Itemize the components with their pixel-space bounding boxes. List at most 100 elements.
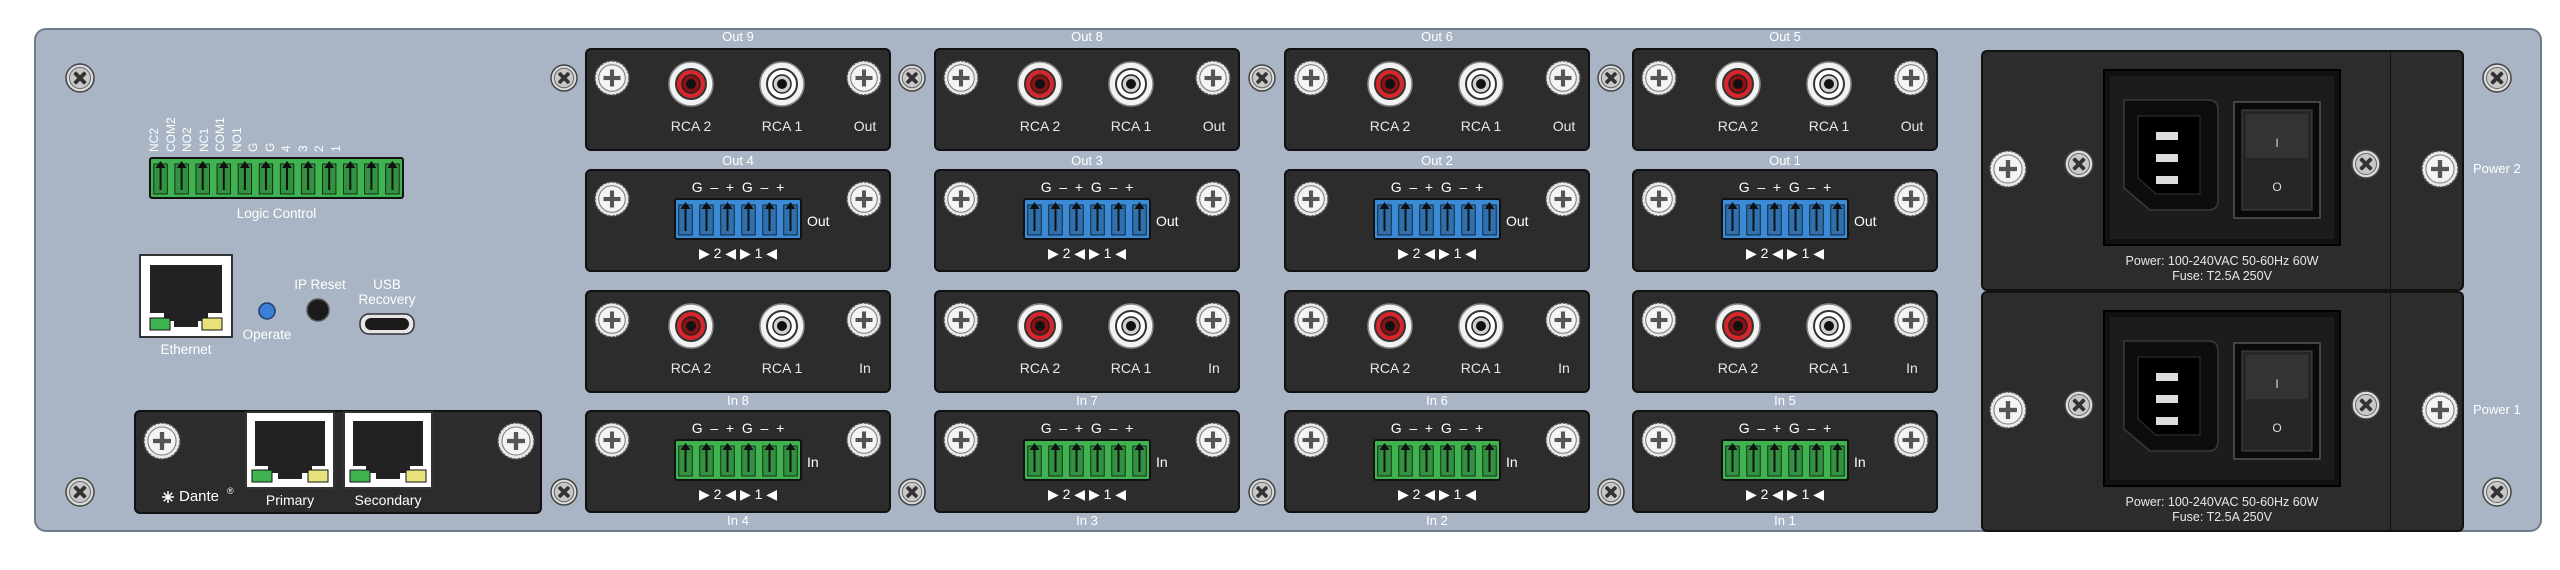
usb-recovery-label: Recovery xyxy=(358,292,416,307)
rca1-jack-in-rca-0 xyxy=(759,303,805,349)
dante-thumbscrew-left xyxy=(143,422,181,460)
thumbscrew-out-tb-3-left xyxy=(1641,181,1677,217)
out-label: Out xyxy=(1854,213,1877,229)
logic-pin-label: 3 xyxy=(295,145,310,152)
operate-led xyxy=(258,302,276,320)
rack-screw-top-left xyxy=(65,63,95,93)
logic-pin-label: COM2 xyxy=(163,117,178,152)
rca2-label: RCA 2 xyxy=(1019,360,1061,376)
power-spec-label: Power: 100-240VAC 50-60Hz 60W xyxy=(2125,495,2319,509)
out-tb-label-0: Out 4 xyxy=(722,153,754,168)
in-rca-label-3: In 5 xyxy=(1774,393,1796,408)
rca2-label: RCA 2 xyxy=(1369,118,1411,134)
tb-pin-labels: G – + G – + xyxy=(691,420,785,436)
thumbscrew-out-rca-3-right xyxy=(1893,60,1929,96)
switch-off-label: O xyxy=(2272,421,2282,435)
rca2-label: RCA 2 xyxy=(1019,118,1061,134)
tb-pin-labels: G – + G – + xyxy=(1390,179,1484,195)
logic-pin-label: G xyxy=(246,142,260,152)
tb-pin-labels: G – + G – + xyxy=(1390,420,1484,436)
out-rca-label-3: Out 5 xyxy=(1769,29,1801,44)
tb-pin-labels: G – + G – + xyxy=(691,179,785,195)
slot-screw-3 xyxy=(1597,64,1625,92)
in-label: In xyxy=(1558,360,1570,376)
rca1-jack-out-rca-1 xyxy=(1108,61,1154,107)
tb-pin-labels: G – + G – + xyxy=(1738,420,1832,436)
power-thumbscrew-left-0 xyxy=(1989,150,2027,188)
power-switch-0[interactable] xyxy=(2233,101,2321,219)
logic-pin-label: 4 xyxy=(279,145,293,152)
thumbscrew-in-tb-3-left xyxy=(1641,422,1677,458)
in-tb-label-3: In 1 xyxy=(1774,513,1796,528)
slot-screw-5 xyxy=(898,478,926,506)
power-spec-label: Power: 100-240VAC 50-60Hz 60W xyxy=(2125,254,2319,268)
in-rca-label-2: In 6 xyxy=(1426,393,1448,408)
terminal-block-out-tb-0 xyxy=(674,198,802,240)
rca1-jack-in-rca-1 xyxy=(1108,303,1154,349)
dante-primary-port xyxy=(245,411,335,489)
rca2-label: RCA 2 xyxy=(670,118,712,134)
thumbscrew-out-rca-2-left xyxy=(1293,60,1329,96)
in-label: In xyxy=(1506,454,1518,470)
out-rca-label-2: Out 6 xyxy=(1421,29,1453,44)
logic-control-label: Logic Control xyxy=(236,206,317,221)
ip-reset-button[interactable] xyxy=(306,298,330,322)
rca1-jack-in-rca-3 xyxy=(1806,303,1852,349)
out-label: Out xyxy=(807,213,830,229)
thumbscrew-in-tb-2-right xyxy=(1545,422,1581,458)
rca1-label: RCA 1 xyxy=(761,118,803,134)
secondary-label: Secondary xyxy=(354,492,422,508)
power-switch-1[interactable] xyxy=(2233,342,2321,460)
rack-screw-bottom-right xyxy=(2482,477,2512,507)
thumbscrew-out-rca-1-left xyxy=(943,60,979,96)
power-thumbscrew-left-1 xyxy=(1989,391,2027,429)
fuse-spec-label: Fuse: T2.5A 250V xyxy=(2172,269,2272,283)
thumbscrew-in-rca-1-right xyxy=(1195,302,1231,338)
operate-label: Operate xyxy=(242,327,292,342)
thumbscrew-in-rca-1-left xyxy=(943,302,979,338)
logic-control-terminal xyxy=(149,157,404,199)
switch-on-label: I xyxy=(2275,377,2279,391)
logic-pin-label: NO1 xyxy=(229,127,244,152)
tb-channel-labels: ▶ 2 ◀ ▶ 1 ◀ xyxy=(1745,486,1825,502)
power-side-label-0: Power 2 xyxy=(2473,161,2521,176)
rca1-jack-out-rca-0 xyxy=(759,61,805,107)
slot-screw-7 xyxy=(1597,478,1625,506)
out-label: Out xyxy=(1506,213,1529,229)
rca2-label: RCA 2 xyxy=(1369,360,1411,376)
ethernet-label: Ethernet xyxy=(160,342,212,357)
thumbscrew-in-rca-0-left xyxy=(594,302,630,338)
terminal-block-out-tb-2 xyxy=(1373,198,1501,240)
primary-label: Primary xyxy=(265,492,315,508)
tb-pin-labels: G – + G – + xyxy=(1040,420,1134,436)
thumbscrew-out-rca-1-right xyxy=(1195,60,1231,96)
power-screw-left-1 xyxy=(2064,390,2094,420)
usb-c-port xyxy=(359,313,415,335)
fuse-spec-label: Fuse: T2.5A 250V xyxy=(2172,510,2272,524)
rca2-label: RCA 2 xyxy=(1717,360,1759,376)
rca2-jack-out-rca-0 xyxy=(668,61,714,107)
thumbscrew-out-tb-1-left xyxy=(943,181,979,217)
logic-pin-label: 1 xyxy=(328,145,343,152)
in-label: In xyxy=(1906,360,1918,376)
slot-screw-0 xyxy=(550,64,578,92)
in-label: In xyxy=(1854,454,1866,470)
power-side-label-1: Power 1 xyxy=(2473,402,2521,417)
terminal-block-in-tb-1 xyxy=(1023,439,1151,481)
logic-pin-label: NC1 xyxy=(196,127,211,152)
logic-pin-label: NC2 xyxy=(147,127,161,152)
logic-pin-label: NO2 xyxy=(180,127,194,152)
logic-pin-label: COM1 xyxy=(213,117,227,152)
thumbscrew-in-tb-0-right xyxy=(846,422,882,458)
power-thumbscrew-right-0 xyxy=(2421,150,2459,188)
thumbscrew-out-tb-3-right xyxy=(1893,181,1929,217)
thumbscrew-out-rca-0-right xyxy=(846,60,882,96)
thumbscrew-out-tb-1-right xyxy=(1195,181,1231,217)
thumbscrew-in-tb-1-left xyxy=(943,422,979,458)
terminal-block-in-tb-2 xyxy=(1373,439,1501,481)
rca2-label: RCA 2 xyxy=(1717,118,1759,134)
rca2-label: RCA 2 xyxy=(670,360,712,376)
power-screw-left-0 xyxy=(2064,149,2094,179)
out-rca-label-1: Out 8 xyxy=(1071,29,1103,44)
ethernet-port xyxy=(139,254,233,338)
